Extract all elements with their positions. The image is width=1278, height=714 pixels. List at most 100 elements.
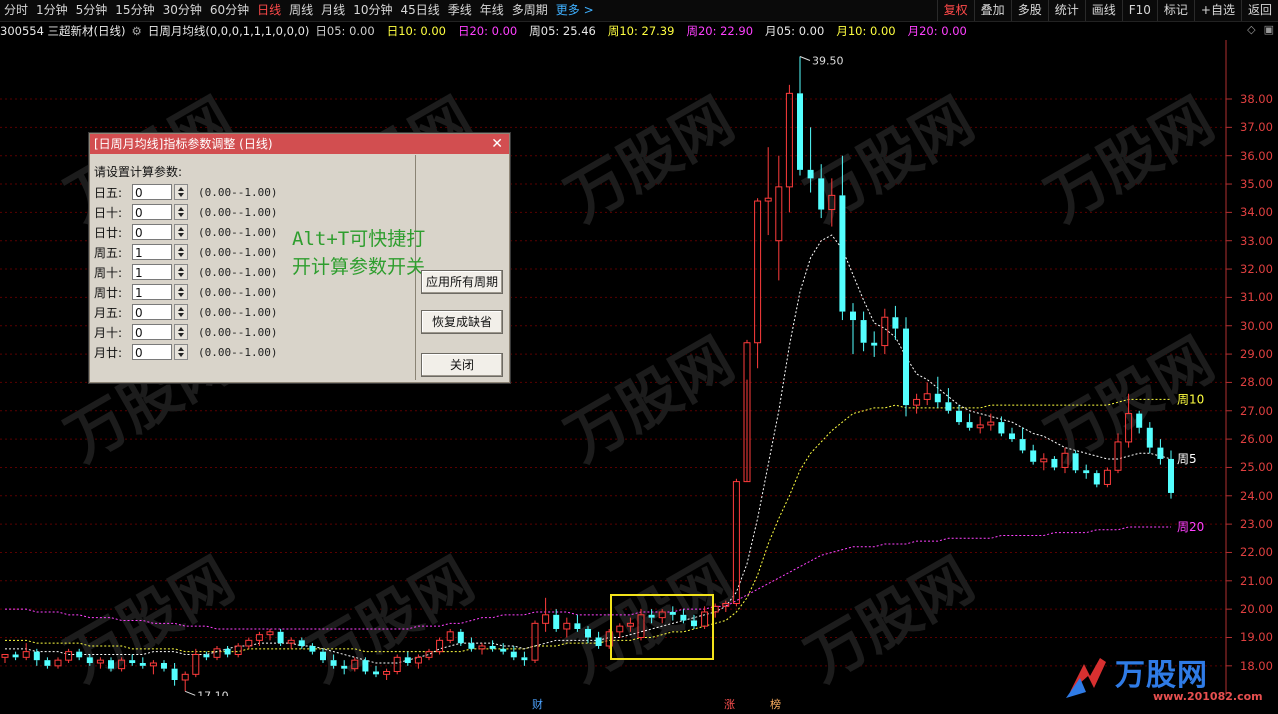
y-tick-label: 29.00 [1240, 347, 1273, 362]
period-tab[interactable]: 10分钟 [349, 0, 396, 21]
tool-button[interactable]: 多股 [1010, 0, 1048, 21]
dialog-titlebar[interactable]: [日周月均线]指标参数调整 (日线) ✕ [90, 134, 509, 154]
param-input[interactable]: 0 [132, 224, 172, 240]
y-tick-label: 30.00 [1240, 318, 1273, 333]
period-tab[interactable]: 多周期 [508, 0, 552, 21]
spinner-icon[interactable] [174, 264, 188, 280]
param-input[interactable]: 0 [132, 184, 172, 200]
tool-button[interactable]: 叠加 [973, 0, 1011, 21]
period-tab[interactable]: 月线 [317, 0, 349, 21]
spinner-icon[interactable] [174, 224, 188, 240]
candle [998, 416, 1005, 437]
param-label: 周十: [94, 265, 123, 280]
tool-button[interactable]: +自选 [1193, 0, 1241, 21]
candle-body [12, 654, 19, 658]
spinner-icon[interactable] [174, 304, 188, 320]
tool-button[interactable]: 统计 [1047, 0, 1085, 21]
candle-body [54, 659, 62, 667]
watermark-text: 万股网 [795, 545, 986, 696]
period-tab[interactable]: 更多 > [552, 0, 598, 21]
param-prompt: 请设置计算参数: [94, 165, 183, 179]
candle [425, 648, 433, 661]
period-tab[interactable]: 45日线 [396, 0, 443, 21]
period-tab[interactable]: 季线 [444, 0, 476, 21]
candle [224, 645, 231, 658]
param-input[interactable]: 0 [132, 204, 172, 220]
candle-body [775, 186, 783, 242]
candle-body [987, 421, 995, 426]
tool-button[interactable]: F10 [1121, 0, 1157, 21]
param-input[interactable]: 1 [132, 264, 172, 280]
period-tab[interactable]: 5分钟 [72, 0, 112, 21]
low-pointer [185, 690, 196, 696]
candle [234, 643, 242, 658]
candle [266, 628, 274, 641]
candle [181, 671, 189, 692]
candle [12, 651, 19, 661]
candle-body [1051, 458, 1058, 468]
tool-button[interactable]: 返回 [1240, 0, 1278, 21]
candle-body [956, 410, 962, 423]
spinner-icon[interactable] [174, 204, 188, 220]
candle-body [192, 653, 200, 675]
restore-defaults-button[interactable]: 恢复成缺省 [421, 310, 503, 334]
spinner-icon[interactable] [174, 324, 188, 340]
y-tick-label: 26.00 [1240, 432, 1273, 447]
candle-body [1040, 458, 1048, 463]
candle-body [1072, 453, 1079, 471]
event-mark-rise[interactable]: 涨 [724, 696, 735, 712]
period-tab[interactable]: 15分钟 [111, 0, 158, 21]
indicator-gear-icon[interactable]: ⚙ [132, 24, 142, 38]
candle-body [585, 628, 591, 638]
tool-button[interactable]: 画线 [1084, 0, 1122, 21]
param-range: (0.00--1.00) [198, 225, 278, 239]
candle-body [171, 668, 178, 680]
period-tab[interactable]: 分时 [0, 0, 32, 21]
period-tab[interactable]: 日线 [253, 0, 285, 21]
spinner-icon[interactable] [174, 344, 188, 360]
candle-body [320, 651, 326, 661]
param-row: 周五: 1 (0.00--1.00) [94, 243, 277, 261]
param-range: (0.00--1.00) [198, 265, 278, 279]
candle [1, 653, 9, 663]
period-tab[interactable]: 30分钟 [159, 0, 206, 21]
candle-body [489, 645, 496, 649]
period-tab[interactable]: 周线 [285, 0, 317, 21]
candle-body [881, 316, 889, 347]
param-input[interactable]: 0 [132, 324, 172, 340]
spinner-icon[interactable] [174, 284, 188, 300]
arrow-logo-icon [1066, 658, 1106, 698]
candle [1103, 467, 1111, 488]
param-input[interactable]: 0 [132, 304, 172, 320]
param-input[interactable]: 1 [132, 244, 172, 260]
candle-body [500, 648, 507, 652]
tool-button[interactable]: 标记 [1156, 0, 1194, 21]
apply-all-periods-button[interactable]: 应用所有周期 [421, 270, 503, 294]
close-icon[interactable]: ✕ [491, 134, 503, 154]
candle [383, 668, 391, 680]
param-input[interactable]: 1 [132, 284, 172, 300]
candle-body [44, 660, 51, 666]
param-label: 月十: [94, 325, 123, 340]
period-tab[interactable]: 年线 [476, 0, 508, 21]
period-tab[interactable]: 60分钟 [206, 0, 253, 21]
tool-button[interactable]: 复权 [936, 0, 974, 21]
candle [1051, 456, 1058, 471]
candle-body [595, 637, 602, 646]
event-mark-list[interactable]: 榜 [770, 696, 781, 712]
window-icon[interactable]: ▣ [1264, 23, 1274, 36]
indicator-name[interactable]: 日周月均线(0,0,0,1,1,1,0,0,0) [148, 23, 310, 39]
spinner-icon[interactable] [174, 244, 188, 260]
ma-label-w20: 周20 [1177, 520, 1204, 534]
candle-body [976, 424, 984, 429]
spinner-icon[interactable] [174, 184, 188, 200]
candle-body [945, 402, 952, 411]
diamond-icon[interactable]: ◇ [1247, 23, 1255, 36]
close-button[interactable]: 关闭 [421, 353, 503, 377]
period-tab[interactable]: 1分钟 [32, 0, 72, 21]
event-mark-finance[interactable]: 财 [532, 696, 543, 712]
candle [489, 640, 496, 652]
param-range: (0.00--1.00) [198, 245, 278, 259]
candle-body [754, 200, 762, 344]
param-input[interactable]: 0 [132, 344, 172, 360]
